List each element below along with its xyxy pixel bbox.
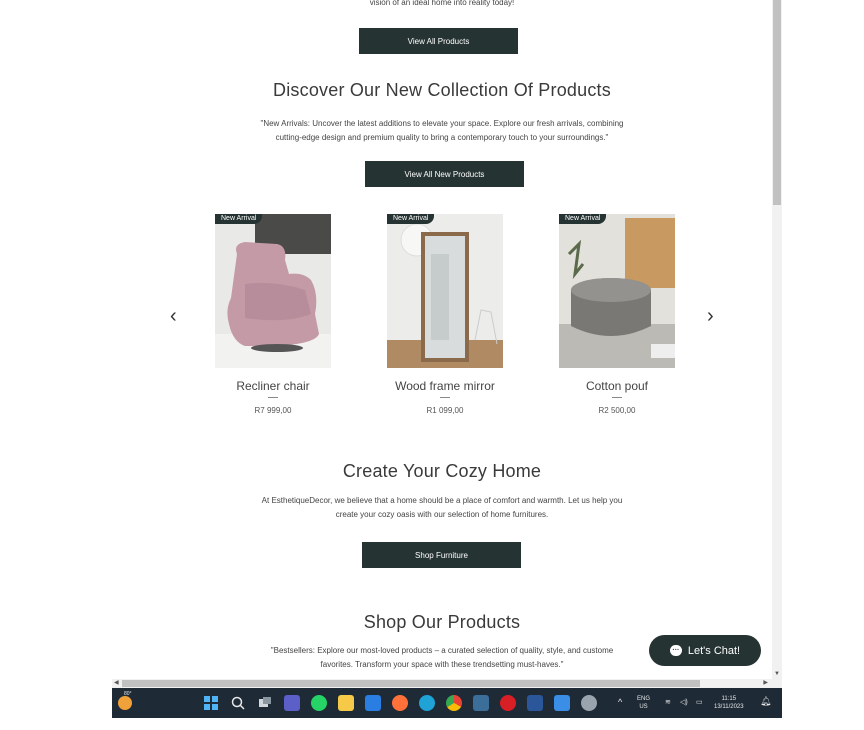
weather-icon[interactable] (118, 696, 132, 710)
carousel-next-arrow[interactable]: › (707, 306, 714, 326)
word-icon[interactable] (527, 695, 543, 711)
chat-bubble-icon: ··· (669, 645, 682, 656)
product-image-cotton-pouf[interactable]: New Arrival (559, 214, 675, 368)
divider (612, 397, 622, 398)
mail-icon[interactable] (365, 695, 381, 711)
product-card-recliner-chair[interactable]: New Arrival Recliner chair R7 999,00 (215, 214, 331, 415)
shop-furniture-button[interactable]: Shop Furniture (362, 542, 521, 568)
scroll-down-arrow-icon[interactable]: ▼ (774, 671, 780, 677)
region-code: US (639, 704, 648, 710)
windows-start-icon[interactable] (203, 695, 219, 711)
new-arrival-badge: New Arrival (215, 214, 263, 224)
battery-icon[interactable]: ▭ (696, 699, 703, 707)
product-image-wood-frame-mirror[interactable]: New Arrival (387, 214, 503, 368)
chrome-icon[interactable] (446, 695, 462, 711)
view-all-products-button[interactable]: View All Products (359, 28, 518, 54)
file-explorer-icon[interactable] (338, 695, 354, 711)
notification-bell-icon[interactable]: 🔔︎ (760, 697, 771, 706)
cozy-home-description: At EsthetiqueDecor, we believe that a ho… (112, 494, 772, 522)
shop-products-title: Shop Our Products (363, 612, 521, 632)
new-arrival-badge: New Arrival (559, 214, 607, 224)
wifi-icon[interactable]: ≋ (665, 699, 671, 707)
lets-chat-label: Let's Chat! (687, 644, 741, 657)
weather-temp: 80° (124, 691, 132, 697)
whatsapp-icon[interactable] (311, 695, 327, 711)
product-image-recliner-chair[interactable]: New Arrival (215, 214, 331, 368)
lets-chat-button[interactable]: ··· Let's Chat! (649, 635, 761, 666)
language-code: ENG (637, 696, 651, 702)
new-collection-desc-line2: cutting-edge design and premium quality … (275, 133, 609, 142)
new-collection-description: "New Arrivals: Uncover the latest additi… (112, 117, 772, 145)
cozy-desc-line2: create your cozy oasis with our selectio… (335, 510, 549, 519)
product-price: R7 999,00 (254, 406, 292, 415)
search-icon[interactable] (230, 695, 246, 711)
teams-icon[interactable] (284, 695, 300, 711)
product-name[interactable]: Recliner chair (215, 379, 331, 393)
product-card-wood-frame-mirror[interactable]: New Arrival Wood frame mirror R1 099,00 (387, 214, 503, 415)
cozy-home-title: Create Your Cozy Home (342, 461, 542, 481)
edge-icon[interactable] (419, 695, 435, 711)
scroll-left-arrow-icon[interactable]: ◀ (114, 679, 119, 688)
vertical-scrollbar[interactable]: ▼ (772, 0, 782, 679)
product-card-cotton-pouf[interactable]: New Arrival Cotton pouf R2 500,00 (559, 214, 675, 415)
intro-text-tail: vision of an ideal home into reality tod… (369, 0, 515, 7)
divider (268, 397, 278, 398)
language-indicator[interactable]: ENG US (637, 695, 650, 711)
firefox-icon[interactable] (392, 695, 408, 711)
paint-icon[interactable] (554, 695, 570, 711)
files-icon[interactable] (473, 695, 489, 711)
volume-icon[interactable]: ◁) (680, 699, 688, 707)
webpage: vision of an ideal home into reality tod… (112, 0, 772, 679)
horizontal-scrollbar[interactable]: ◀ ▶ (112, 679, 782, 688)
carousel-prev-arrow[interactable]: ‹ (170, 306, 177, 326)
windows-taskbar: 80° ^ ENG US ≋ ◁) ▭ 11:15 13/11/2023 🔔︎ (112, 688, 782, 718)
scroll-right-arrow-icon[interactable]: ▶ (763, 679, 768, 688)
task-view-icon[interactable] (257, 695, 273, 711)
product-name[interactable]: Cotton pouf (559, 379, 675, 393)
new-arrival-badge: New Arrival (387, 214, 435, 224)
view-all-new-products-button[interactable]: View All New Products (365, 161, 524, 187)
new-collection-title: Discover Our New Collection Of Products (273, 80, 611, 100)
clock[interactable]: 11:15 13/11/2023 (714, 695, 744, 711)
new-collection-desc-line1: "New Arrivals: Uncover the latest additi… (260, 119, 624, 128)
clock-time: 11:15 (721, 696, 737, 702)
vertical-scrollbar-thumb[interactable] (773, 0, 781, 205)
opera-icon[interactable] (500, 695, 516, 711)
divider (440, 397, 450, 398)
clock-date: 13/11/2023 (714, 704, 744, 710)
cozy-desc-line1: At EsthetiqueDecor, we believe that a ho… (261, 496, 623, 505)
product-price: R1 099,00 (426, 406, 464, 415)
product-price: R2 500,00 (598, 406, 636, 415)
settings-icon[interactable] (581, 695, 597, 711)
product-name[interactable]: Wood frame mirror (387, 379, 503, 393)
show-hidden-icons-chevron-icon[interactable]: ^ (618, 698, 622, 707)
horizontal-scrollbar-thumb[interactable] (122, 680, 700, 687)
